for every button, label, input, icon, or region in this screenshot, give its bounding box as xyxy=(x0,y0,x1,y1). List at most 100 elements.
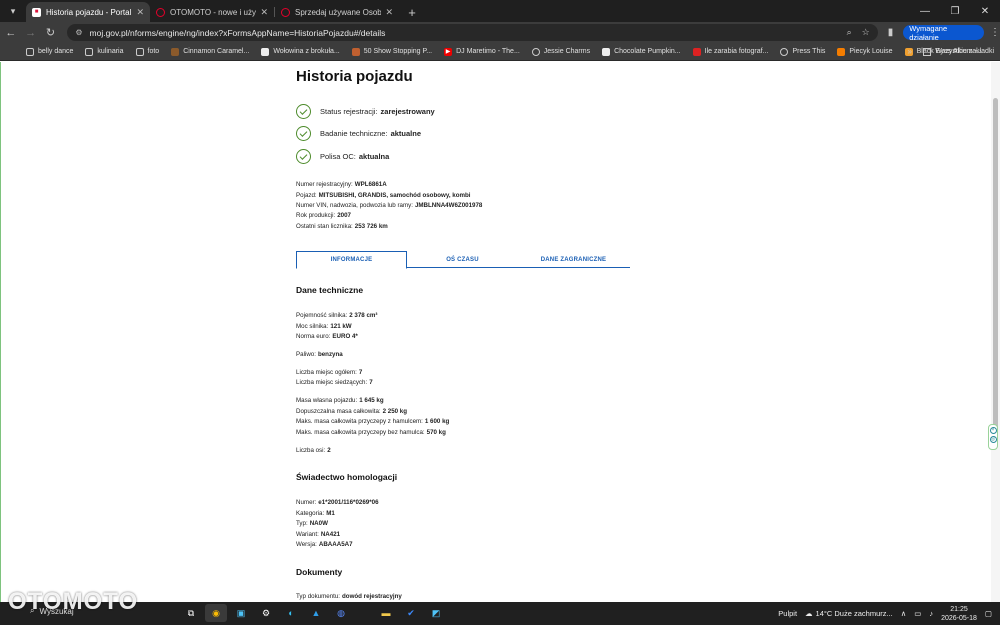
network-icon[interactable]: ▭ xyxy=(914,609,921,618)
close-widget-icon[interactable]: × xyxy=(989,427,997,434)
taskbar-search[interactable]: ⌕ Wyszukaj xyxy=(30,606,74,616)
folder-icon xyxy=(26,47,34,56)
folder-icon xyxy=(85,47,94,56)
bookmark-item[interactable]: Piecyk Louise xyxy=(837,47,893,56)
todo-icon[interactable]: ✔ xyxy=(400,604,422,622)
details-tabs: INFORMACJE OŚ CZASU DANE ZAGRANICZNE xyxy=(296,251,630,269)
homologation-type: Typ: NA0W xyxy=(296,520,328,527)
zoom-search-icon[interactable]: ⌕ xyxy=(847,27,852,38)
url-text: moj.gov.pl/nforms/engine/ng/index?xForms… xyxy=(89,27,386,38)
document-type: Typ dokumentu: dowód rejestracyjny xyxy=(296,593,402,600)
bookmark-star-icon[interactable]: ☆ xyxy=(862,27,870,38)
fuel-type: Paliwo: benzyna xyxy=(296,351,343,358)
tab-title: Sprzedaj używane Osobowe | O xyxy=(295,7,382,17)
bookmark-item[interactable]: Press This xyxy=(780,47,825,56)
bookmark-item[interactable]: Wołowina z brokuła... xyxy=(261,47,340,56)
folder-icon xyxy=(923,47,932,56)
axle-count: Liczba osi: 2 xyxy=(296,447,331,454)
image-editor-icon[interactable]: ◩ xyxy=(425,604,447,622)
clock-date: 2026-05-18 xyxy=(941,614,977,622)
required-action-button[interactable]: Wymagane działanie xyxy=(903,24,984,42)
system-tray: Pulpit ☁ 14°C Duże zachmurz... ∧ ▭ ♪ 21:… xyxy=(770,602,992,625)
task-view-icon[interactable]: ⧉ xyxy=(180,604,202,622)
insurance-status: Polisa OC: aktualna xyxy=(296,149,389,164)
window-controls: — ❐ ✕ xyxy=(910,0,1000,22)
notification-icon[interactable]: ▢ xyxy=(985,609,992,618)
odometer-reading: Ostatni stan licznika: 253 726 km xyxy=(296,223,388,230)
homologation-version: Wersja: ABAAA5A7 xyxy=(296,541,353,548)
store-icon[interactable]: ▣ xyxy=(230,604,252,622)
back-icon[interactable]: ← xyxy=(2,24,20,42)
tab-title: OTOMOTO - nowe i używane sa xyxy=(170,7,256,17)
homologation-number: Numer: e1*2001/116*0269*06 xyxy=(296,499,379,506)
bookmarks-bar: belly dance kulinaria foto Cinnamon Cara… xyxy=(0,43,1000,61)
taskbar-apps: ⧉ ◉ ▣ ⚙ ◐ ▲ ◍ ▬ ✔ ◩ xyxy=(180,604,450,622)
page-scrollbar[interactable] xyxy=(991,62,1000,602)
otomoto-favicon-icon xyxy=(281,7,290,17)
tab-os-czasu[interactable]: OŚ CZASU xyxy=(407,251,518,268)
settings-icon[interactable]: ⚙ xyxy=(255,604,277,622)
address-bar[interactable]: ⚙ moj.gov.pl/nforms/engine/ng/index?xFor… xyxy=(67,24,878,41)
desktop-label[interactable]: Pulpit xyxy=(778,609,797,618)
chrome-icon[interactable]: ◉ xyxy=(205,604,227,622)
tray-chevron-icon[interactable]: ∧ xyxy=(901,609,907,618)
check-circle-icon xyxy=(296,104,311,119)
close-tab-icon[interactable]: ✕ xyxy=(385,7,393,18)
blogger-icon xyxy=(837,47,846,56)
system-clock[interactable]: 21:25 2026-05-18 xyxy=(941,605,977,623)
vehicle-model: Pojazd: MITSUBISHI, GRANDIS, samochód oso… xyxy=(296,192,471,199)
volume-icon[interactable]: ♪ xyxy=(929,609,933,618)
all-bookmarks-button[interactable]: Wszystkie zakładki xyxy=(923,47,994,56)
minimize-icon[interactable]: — xyxy=(910,0,940,22)
accessibility-widget[interactable]: × ◎ xyxy=(988,424,998,450)
page-title: Historia pojazdu xyxy=(296,68,413,85)
bookmark-item[interactable]: Jessie Charms xyxy=(531,47,590,56)
weather-text[interactable]: 14°C Duże zachmurz... xyxy=(816,609,893,618)
bookmark-item[interactable]: ▶ DJ Maretimo - The... xyxy=(444,47,520,56)
close-window-icon[interactable]: ✕ xyxy=(970,0,1000,22)
close-tab-icon[interactable]: ✕ xyxy=(136,7,144,18)
check-circle-icon xyxy=(296,149,311,164)
accessibility-icon[interactable]: ◎ xyxy=(989,436,997,443)
site-icon xyxy=(692,47,701,56)
restore-icon[interactable]: ❐ xyxy=(940,0,970,22)
bookmark-item[interactable]: 50 Show Stopping P... xyxy=(351,47,432,56)
browser-tab-1[interactable]: ■ Historia pojazdu - Portal gov.pl ✕ xyxy=(26,2,150,22)
reload-icon[interactable]: ↻ xyxy=(42,24,60,42)
photos-icon[interactable]: ▲ xyxy=(305,604,327,622)
browser-tab-3[interactable]: Sprzedaj używane Osobowe | O ✕ xyxy=(275,2,399,22)
tab-dane-zagraniczne[interactable]: DANE ZAGRANICZNE xyxy=(518,251,629,268)
inspection-status: Badanie techniczne: aktualne xyxy=(296,126,421,141)
bookmark-item[interactable]: belly dance xyxy=(26,47,73,56)
tab-title: Historia pojazdu - Portal gov.pl xyxy=(46,7,132,17)
file-explorer-icon[interactable]: ▬ xyxy=(375,604,397,622)
site-icon xyxy=(351,47,360,56)
edge-icon[interactable]: ◐ xyxy=(280,604,302,622)
weather-icon[interactable]: ☁ xyxy=(805,609,813,618)
more-bookmarks-icon[interactable]: » xyxy=(908,47,912,56)
engine-power: Moc silnika: 121 kW xyxy=(296,323,352,330)
forward-icon[interactable]: → xyxy=(22,24,40,42)
globe-icon xyxy=(531,47,540,56)
tab-search-button[interactable]: ▾ xyxy=(4,3,22,19)
bookmark-item[interactable]: kulinaria xyxy=(85,47,124,56)
browser-tab-2[interactable]: OTOMOTO - nowe i używane sa ✕ xyxy=(150,2,274,22)
bookmark-item[interactable]: Cinnamon Caramel... xyxy=(171,47,249,56)
close-tab-icon[interactable]: ✕ xyxy=(260,7,268,18)
site-info-icon[interactable]: ⚙ xyxy=(75,28,82,37)
bookmark-item[interactable]: Ile zarabia fotograf... xyxy=(692,47,768,56)
globe-icon xyxy=(780,47,789,56)
bookmark-item[interactable]: Chocolate Pumpkin... xyxy=(602,47,681,56)
new-tab-button[interactable]: + xyxy=(403,3,421,21)
bookmark-item[interactable]: foto xyxy=(135,47,159,56)
tab-informacje[interactable]: INFORMACJE xyxy=(296,251,407,269)
registration-status: Status rejestracji: zarejestrowany xyxy=(296,104,435,119)
euro-norm: Norma euro: EURO 4* xyxy=(296,333,358,340)
curb-weight: Masa własna pojazdu: 1 645 kg xyxy=(296,397,384,404)
app-icon[interactable]: ◍ xyxy=(330,604,352,622)
scrollbar-thumb[interactable] xyxy=(993,98,998,448)
youtube-icon: ▶ xyxy=(444,47,453,56)
extensions-icon[interactable]: ▮ xyxy=(888,27,894,38)
browser-menu-icon[interactable]: ⋮ xyxy=(990,27,1000,38)
page-viewport: Historia pojazdu Status rejestracji: zare… xyxy=(0,62,1000,602)
